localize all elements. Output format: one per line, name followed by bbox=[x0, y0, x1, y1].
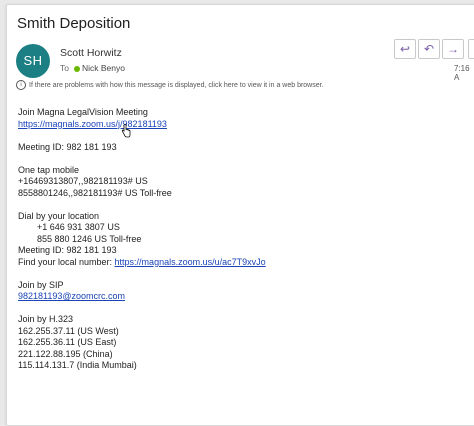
one-tap-number: 8558801246,,982181193# US Toll-free bbox=[18, 187, 172, 198]
info-icon: i bbox=[16, 80, 26, 90]
h323-heading: Join by H.323 bbox=[18, 314, 74, 324]
sip-link[interactable]: 982181193@zoomcrc.com bbox=[18, 291, 125, 301]
reply-icon[interactable]: ↩ bbox=[394, 39, 416, 59]
reply-all-icon[interactable]: ↶ bbox=[418, 39, 440, 59]
display-problem-notice[interactable]: i If there are problems with how this mes… bbox=[16, 80, 324, 90]
forward-icon[interactable]: → bbox=[442, 39, 464, 59]
to-label: To bbox=[60, 63, 69, 73]
h323-address: 221.122.88.195 (China) bbox=[18, 348, 113, 359]
find-local-link[interactable]: https://magnals.zoom.us/u/ac7T9xvJo bbox=[115, 257, 266, 267]
hand-cursor-icon bbox=[121, 124, 131, 138]
message-time: 7:16 A bbox=[454, 64, 470, 82]
find-local-line: Find your local number: https://magnals.… bbox=[18, 257, 458, 269]
one-tap-number: +16469313807,,982181193# US bbox=[18, 176, 148, 186]
join-heading: Join Magna LegalVision Meeting bbox=[18, 107, 148, 117]
display-problem-text[interactable]: If there are problems with how this mess… bbox=[29, 82, 324, 89]
dial-number: +1 646 931 3807 US bbox=[37, 222, 120, 232]
sender-avatar[interactable]: SH bbox=[16, 44, 50, 78]
dial-number: 855 880 1246 US Toll-free bbox=[37, 233, 142, 244]
h323-address: 162.255.37.11 (US West) bbox=[18, 325, 119, 336]
h323-address: 162.255.36.11 (US East) bbox=[18, 337, 117, 347]
recipient-line: To Nick Benyo bbox=[60, 63, 125, 73]
meeting-id: Meeting ID: 982 181 193 bbox=[18, 245, 117, 255]
message-body: Join Magna LegalVision Meeting https://m… bbox=[18, 107, 458, 372]
h323-address: 115.114.131.7 (India Mumbai) bbox=[18, 360, 137, 370]
presence-icon bbox=[73, 65, 80, 72]
meeting-id: Meeting ID: 982 181 193 bbox=[18, 141, 117, 152]
sip-heading: Join by SIP bbox=[18, 279, 64, 290]
one-tap-heading: One tap mobile bbox=[18, 164, 80, 175]
dial-heading: Dial by your location bbox=[18, 210, 100, 221]
join-meeting-link[interactable]: https://magnals.zoom.us/j/982181193 bbox=[18, 119, 167, 129]
recipient-name[interactable]: Nick Benyo bbox=[82, 63, 125, 73]
find-local-label: Find your local number: bbox=[18, 256, 115, 267]
message-subject: Smith Deposition bbox=[17, 15, 131, 32]
more-icon[interactable]: ••• bbox=[468, 39, 474, 59]
sender-name[interactable]: Scott Horwitz bbox=[60, 47, 122, 59]
